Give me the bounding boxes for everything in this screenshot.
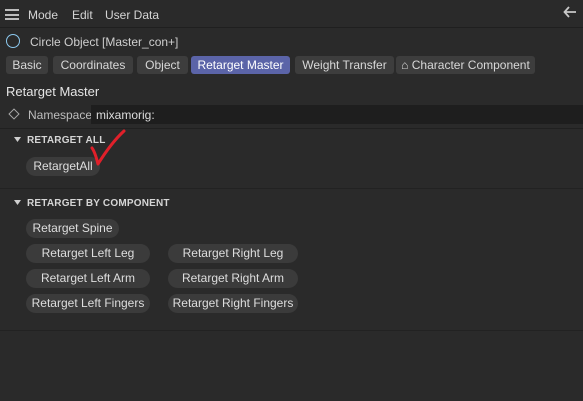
divider xyxy=(0,188,583,189)
tab-object[interactable]: Object xyxy=(137,56,188,74)
back-arrow-icon[interactable] xyxy=(563,5,577,19)
menu-bar: Mode Edit User Data xyxy=(0,0,583,28)
retarget-left-fingers-button[interactable]: Retarget Left Fingers xyxy=(26,294,150,313)
red-checkmark-annotation xyxy=(90,129,126,166)
tab-basic[interactable]: Basic xyxy=(6,56,48,74)
retarget-right-leg-button[interactable]: Retarget Right Leg xyxy=(168,244,298,263)
namespace-row: Namespace xyxy=(0,105,583,125)
tab-coordinates[interactable]: Coordinates xyxy=(53,56,133,74)
menu-edit[interactable]: Edit xyxy=(72,8,93,22)
hamburger-menu-icon[interactable] xyxy=(5,9,19,20)
retarget-left-leg-button[interactable]: Retarget Left Leg xyxy=(26,244,150,263)
retarget-left-arm-button[interactable]: Retarget Left Arm xyxy=(26,269,150,288)
chevron-down-icon xyxy=(14,200,21,205)
retarget-right-fingers-button[interactable]: Retarget Right Fingers xyxy=(168,294,298,313)
menu-user-data[interactable]: User Data xyxy=(105,8,159,22)
object-header: Circle Object [Master_con+] xyxy=(0,32,583,52)
chevron-down-icon xyxy=(14,137,21,142)
retarget-spine-button[interactable]: Retarget Spine xyxy=(26,219,119,238)
menu-mode[interactable]: Mode xyxy=(28,8,58,22)
keyframe-diamond-icon[interactable] xyxy=(8,108,20,120)
divider xyxy=(0,330,583,331)
tab-character-component[interactable]: ⌂ Character Component xyxy=(396,56,535,74)
section-title: Retarget Master xyxy=(6,84,100,99)
object-title: Circle Object [Master_con+] xyxy=(30,35,179,49)
retarget-right-arm-button[interactable]: Retarget Right Arm xyxy=(168,269,298,288)
group-title: RETARGET BY COMPONENT xyxy=(27,198,170,209)
tab-retarget-master[interactable]: Retarget Master xyxy=(191,56,290,74)
tab-weight-transfer[interactable]: Weight Transfer xyxy=(295,56,394,74)
retarget-by-component-group-header[interactable]: RETARGET BY COMPONENT xyxy=(14,198,170,209)
circle-object-icon xyxy=(6,34,20,48)
namespace-label: Namespace xyxy=(28,108,93,122)
divider xyxy=(0,27,583,28)
namespace-input[interactable] xyxy=(91,105,583,124)
